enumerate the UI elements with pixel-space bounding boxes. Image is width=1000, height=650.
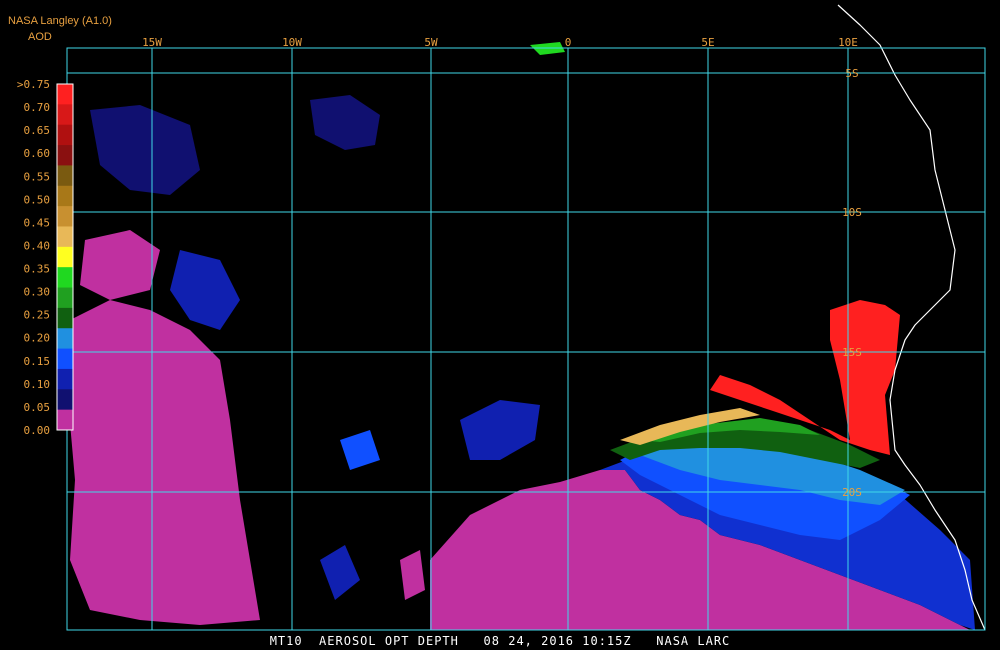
legend-swatch xyxy=(57,287,73,309)
legend-label: 0.30 xyxy=(24,286,51,299)
cluster-south-magenta xyxy=(400,550,425,600)
aerosol-field xyxy=(68,42,975,630)
latitude-label: 10S xyxy=(842,206,862,219)
legend-swatch xyxy=(57,267,73,289)
legend-label: 0.55 xyxy=(24,170,51,183)
legend-label: 0.35 xyxy=(24,263,51,276)
legend-label: 0.40 xyxy=(24,239,51,252)
legend-label: 0.70 xyxy=(24,101,51,114)
latitude-label: 15S xyxy=(842,346,862,359)
latitude-label: 5S xyxy=(845,67,858,80)
longitude-label: 10W xyxy=(282,36,302,49)
legend-swatch xyxy=(57,104,73,126)
aod-color-legend: >0.75 0.70 0.65 0.60 0.55 0.50 0.45 0.40 0.35 0.3… xyxy=(17,78,74,437)
cluster-south-center xyxy=(320,545,360,600)
legend-swatch xyxy=(57,145,73,166)
image-caption: MT10 AEROSOL OPT DEPTH 08 24, 2016 10:15… xyxy=(269,634,731,648)
cluster-mid-blue xyxy=(340,430,380,470)
west-low-aod-cluster-2 xyxy=(80,230,160,300)
longitude-label: 5E xyxy=(701,36,714,49)
latitude-label: 20S xyxy=(842,486,862,499)
legend-swatch xyxy=(57,246,73,268)
legend-label: 0.65 xyxy=(24,124,51,137)
cluster-north-center xyxy=(310,95,380,150)
legend-label: 0.00 xyxy=(24,424,51,437)
legend-swatch xyxy=(57,185,73,207)
west-low-aod-cluster xyxy=(68,300,260,625)
longitude-label: 0 xyxy=(565,36,572,49)
legend-swatch xyxy=(57,348,73,370)
product-subtitle: AOD xyxy=(28,31,52,43)
longitude-label: 10E xyxy=(838,36,858,49)
legend-swatch xyxy=(57,206,73,227)
longitude-label: 15W xyxy=(142,36,162,49)
product-title: NASA Langley (A1.0) xyxy=(8,15,112,27)
longitude-label: 5W xyxy=(424,36,438,49)
aod-map: 15W 10W 5W 0 5E 10E 5S 10S 15S 20S >0.75 0.70 0.65 0… xyxy=(17,4,986,631)
legend-swatch xyxy=(57,226,73,248)
northwest-blue-cluster xyxy=(90,105,200,195)
legend-swatch xyxy=(57,389,73,411)
legend-swatch xyxy=(57,368,73,390)
legend-label: 0.25 xyxy=(24,309,51,322)
legend-label: 0.15 xyxy=(24,355,51,368)
blue-scatter-2 xyxy=(460,400,540,460)
legend-swatch xyxy=(57,409,73,431)
legend-label: 0.05 xyxy=(24,401,51,414)
legend-swatch xyxy=(57,307,73,329)
legend-label: 0.60 xyxy=(24,147,51,160)
legend-label: 0.45 xyxy=(24,216,51,229)
legend-label: 0.20 xyxy=(24,332,51,345)
legend-label: >0.75 xyxy=(17,78,50,91)
legend-swatch xyxy=(57,165,73,187)
legend-label: 0.10 xyxy=(24,378,51,391)
legend-label: 0.50 xyxy=(24,193,51,206)
legend-swatch xyxy=(57,328,73,350)
legend-swatch xyxy=(57,84,73,105)
blue-scatter-1 xyxy=(170,250,240,330)
legend-swatch xyxy=(57,124,73,146)
